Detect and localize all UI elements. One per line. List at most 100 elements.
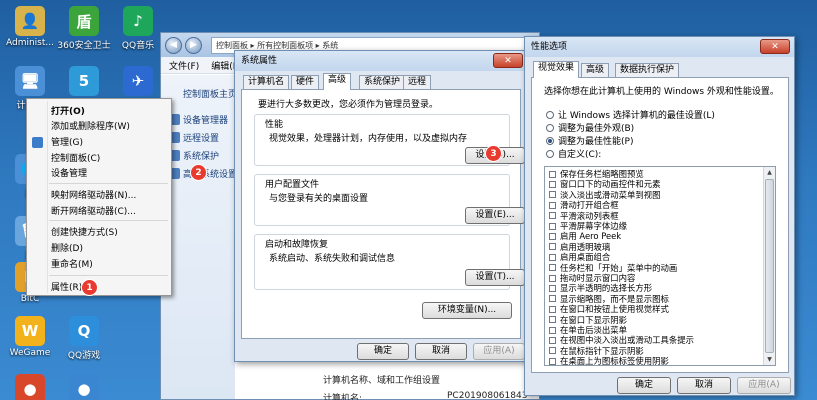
task-pane: 控制面板主页 设备管理器 远程设置 系统保护 高级系统设置 — [161, 75, 237, 399]
context-menu-item[interactable]: 断开网络驱动器(C)... — [51, 204, 136, 217]
step-badge-1: 1 — [82, 280, 97, 295]
forward-icon[interactable]: ▶ — [185, 36, 202, 54]
sysprops-cancel-button[interactable]: 取消 — [415, 343, 467, 360]
shield-icon — [32, 137, 43, 148]
scroll-thumb[interactable] — [765, 179, 774, 353]
menu-separator — [49, 183, 168, 184]
qq-game-icon: Q — [69, 316, 99, 346]
radio-button[interactable] — [546, 136, 554, 145]
context-menu-item[interactable]: 映射网络驱动器(N)... — [51, 188, 136, 201]
scroll-down-icon[interactable]: ▼ — [764, 354, 775, 365]
checkbox[interactable] — [549, 222, 556, 230]
checkbox[interactable] — [549, 305, 556, 313]
checkbox[interactable] — [549, 170, 556, 178]
radio-button[interactable] — [546, 149, 554, 158]
profile-settings-button[interactable]: 设置(E)... — [465, 207, 525, 224]
checkbox[interactable] — [549, 201, 556, 209]
computer-icon: 🖥 — [15, 66, 45, 96]
checkbox[interactable] — [549, 347, 556, 355]
checkbox[interactable] — [549, 212, 556, 220]
checkbox[interactable] — [549, 264, 556, 272]
user-profile-group: 用户配置文件 与您登录有关的桌面设置 设置(E)... — [254, 174, 525, 226]
performance-title: 性能 — [265, 120, 284, 130]
desktop-icon[interactable]: ● — [0, 374, 60, 400]
context-menu-item[interactable]: 删除(D) — [51, 241, 83, 254]
context-menu-item[interactable]: 重命名(M) — [51, 257, 93, 270]
left-item-remote[interactable]: 远程设置 — [169, 131, 219, 144]
left-item-protection[interactable]: 系统保护 — [169, 149, 219, 162]
startup-settings-button[interactable]: 设置(T)... — [465, 269, 525, 286]
xunlei-icon: ✈ — [123, 66, 153, 96]
menu-file[interactable]: 文件(F) — [169, 59, 199, 72]
close-icon[interactable]: ✕ — [760, 39, 790, 54]
performance-group: 性能 视觉效果，处理器计划，内存使用，以及虚拟内存 设置(S)... — [254, 114, 525, 166]
radio-label: 调整为最佳外观(B) — [558, 124, 635, 134]
checkbox[interactable] — [549, 191, 556, 199]
startup-recovery-group: 启动和故障恢复 系统启动、系统失败和调试信息 设置(T)... — [254, 234, 525, 290]
checkbox[interactable] — [549, 357, 556, 365]
tab-0[interactable]: 计算机名 — [243, 75, 290, 90]
context-menu-item[interactable]: 创建快捷方式(S) — [51, 225, 118, 238]
context-menu: 打开(O) 添加或删除程序(W) 管理(G) 控制面板(C) 设备管理映射网络驱动器(N… — [26, 98, 172, 296]
left-item-device-manager[interactable]: 设备管理器 — [169, 113, 228, 126]
app-icon: ● — [15, 374, 45, 400]
tab-1[interactable]: 硬件 — [291, 75, 320, 90]
radio-option[interactable]: 调整为最佳性能(P) — [546, 134, 633, 147]
perfopts-cancel-button[interactable]: 取消 — [677, 377, 731, 394]
checkbox[interactable] — [549, 274, 556, 282]
tab-0[interactable]: 视觉效果 — [533, 61, 580, 78]
environment-variables-button[interactable]: 环境变量(N)... — [422, 302, 512, 319]
wegame-icon: W — [15, 316, 45, 346]
checkbox[interactable] — [549, 180, 556, 188]
tab-3[interactable]: 系统保护 — [359, 75, 406, 90]
checkbox[interactable] — [549, 336, 556, 344]
tab-2[interactable]: 数据执行保护 — [615, 63, 680, 78]
checkbox[interactable] — [549, 326, 556, 334]
sysprops-ok-button[interactable]: 确定 — [357, 343, 409, 360]
app-icon: ● — [69, 374, 99, 400]
tab-1[interactable]: 高级 — [581, 63, 610, 78]
context-menu-item[interactable]: 打开(O) — [51, 104, 85, 117]
desktop-icon[interactable]: ● — [54, 374, 114, 400]
checkbox[interactable] — [549, 253, 556, 261]
radio-button[interactable] — [546, 110, 554, 119]
visual-effects-list[interactable]: 保存任务栏缩略图预览 窗口口下的动画控件和元素 淡入淡出或滑动菜单到视图 滑动打开组合… — [544, 166, 776, 366]
checkbox[interactable] — [549, 295, 556, 303]
desktop-icon-label: Administ... — [6, 38, 54, 48]
desktop-icon[interactable]: W WeGame — [0, 316, 60, 358]
radio-option[interactable]: 自定义(C): — [546, 147, 601, 160]
checkbox[interactable] — [549, 284, 556, 292]
context-menu-item[interactable]: 属性(R) — [51, 280, 82, 293]
context-menu-item[interactable]: 管理(G) — [51, 135, 83, 148]
startup-desc: 系统启动、系统失败和调试信息 — [269, 254, 396, 264]
list-scrollbar[interactable]: ▲ ▼ — [763, 167, 775, 365]
advanced-tab-panel: 要进行大多数更改，您必须作为管理员登录。 性能 视觉效果，处理器计划，内存使用，… — [241, 89, 525, 339]
desktop-icon[interactable]: 盾 360安全卫士 — [54, 6, 114, 51]
radio-option[interactable]: 调整为最佳外观(B) — [546, 121, 634, 134]
system-properties-dialog: 系统属性 ✕ 计算机名 硬件 高级 系统保护 远程 要进行大多数更改，您必须作为管理员登… — [234, 50, 528, 362]
context-menu-item[interactable]: 添加或删除程序(W) — [51, 119, 130, 132]
radio-option[interactable]: 让 Windows 选择计算机的最佳设置(L) — [546, 108, 715, 121]
effect-checkbox-row[interactable]: 在桌面上为图标标签使用阴影 — [549, 356, 669, 365]
scroll-up-icon[interactable]: ▲ — [764, 167, 775, 178]
checkbox[interactable] — [549, 316, 556, 324]
radio-button[interactable] — [546, 123, 554, 132]
360-safe-icon: 盾 — [69, 6, 99, 36]
tab-4[interactable]: 远程 — [403, 75, 432, 90]
checkbox[interactable] — [549, 232, 556, 240]
tab-2[interactable]: 高级 — [323, 73, 352, 90]
close-icon[interactable]: ✕ — [493, 53, 523, 68]
desktop-icon[interactable]: Q QQ游戏 — [54, 316, 114, 361]
checkbox[interactable] — [549, 243, 556, 251]
perfopts-apply-button[interactable]: 应用(A) — [737, 377, 791, 394]
desktop-icon-label: WeGame — [9, 348, 51, 358]
control-panel-home-link[interactable]: 控制面板主页 — [183, 87, 237, 100]
desktop-icon[interactable]: 👤 Administ... — [0, 6, 60, 48]
context-menu-item[interactable]: 设备管理 — [51, 166, 87, 179]
perfopts-ok-button[interactable]: 确定 — [617, 377, 671, 394]
desktop-icon[interactable]: ♪ QQ音乐 — [108, 6, 168, 51]
back-icon[interactable]: ◀ — [165, 36, 182, 54]
context-menu-item[interactable]: 控制面板(C) — [51, 151, 100, 164]
sysprops-apply-button[interactable]: 应用(A) — [473, 343, 525, 360]
desktop-icon-label: QQ游戏 — [67, 351, 101, 361]
